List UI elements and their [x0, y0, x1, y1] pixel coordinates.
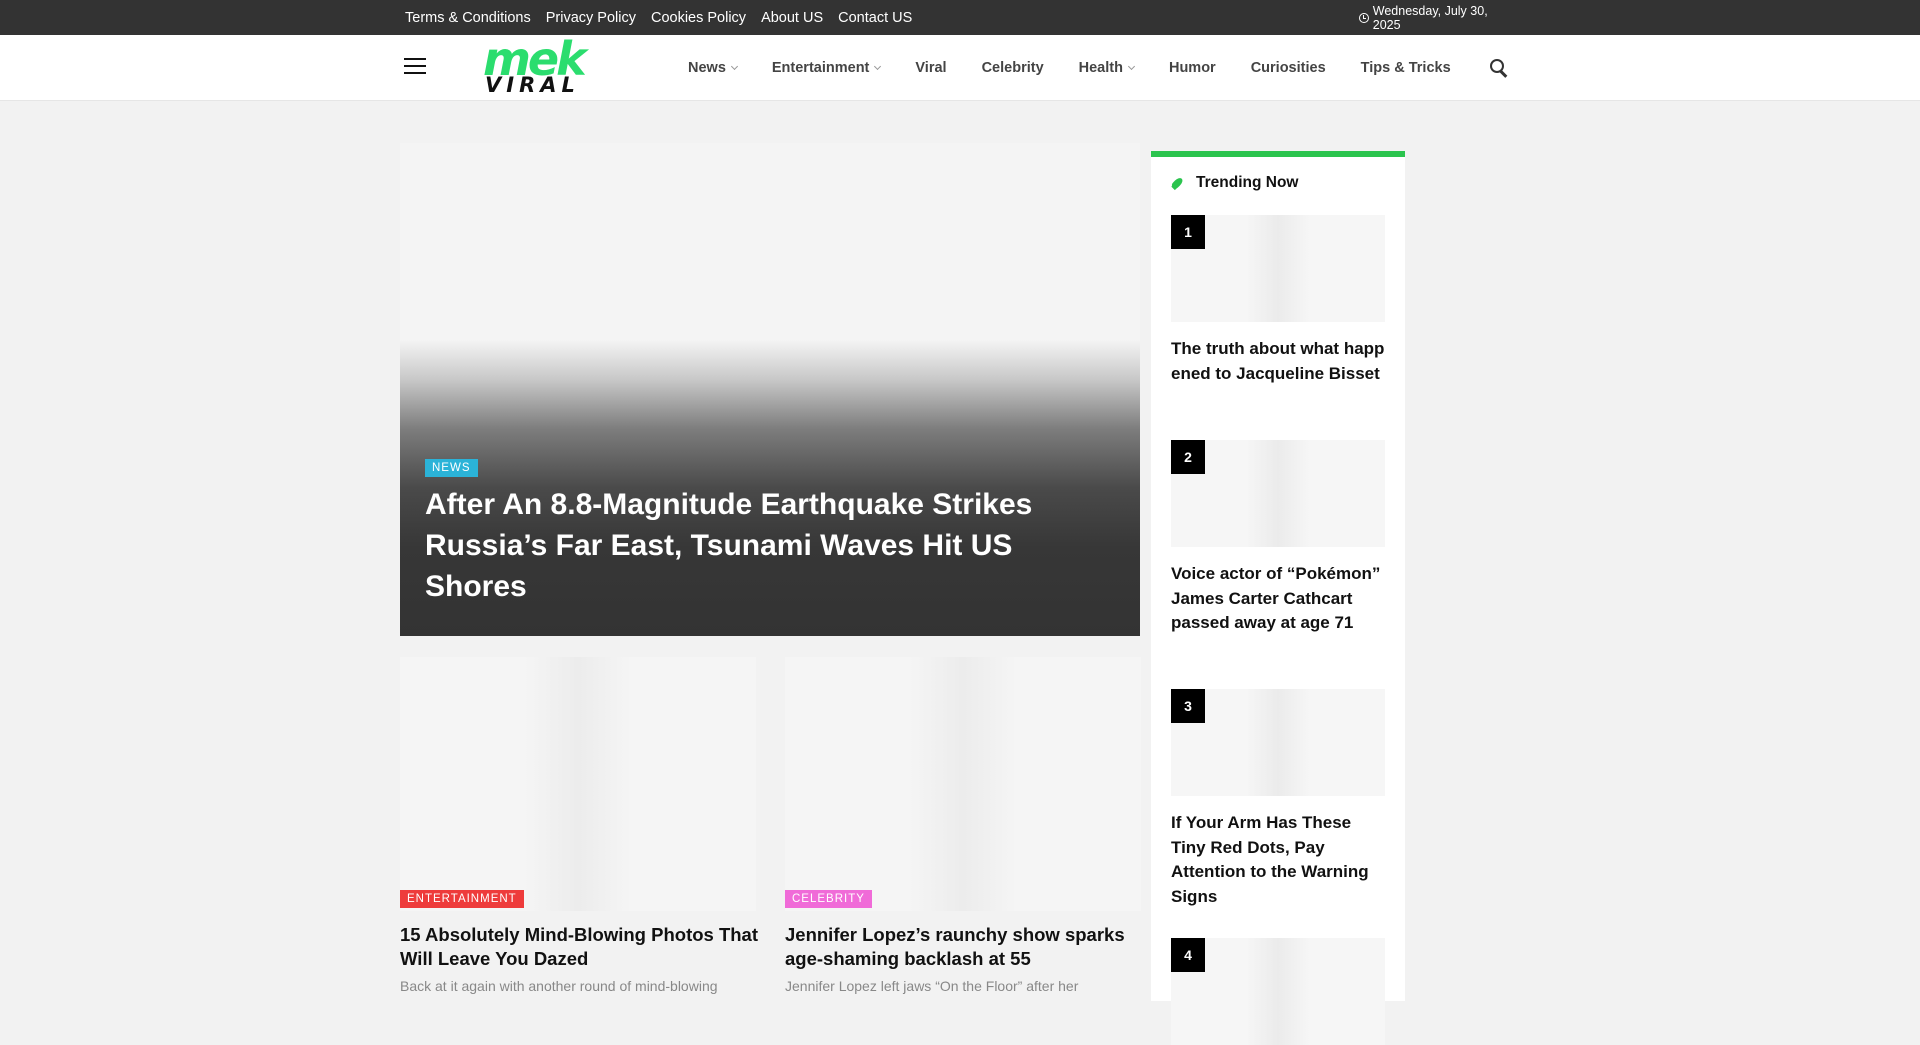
top-links: Terms & Conditions Privacy Policy Cookie… — [405, 0, 912, 35]
trending-header: Trending Now — [1171, 174, 1298, 192]
trending-item-title[interactable]: If Your Arm Has These Tiny Red Dots, Pay… — [1171, 811, 1385, 909]
chevron-down-icon — [1127, 62, 1136, 70]
trending-item-title[interactable]: The truth about what happened to Jacquel… — [1171, 337, 1385, 386]
clock-icon — [1359, 12, 1369, 23]
nav-entertainment[interactable]: Entertainment — [772, 60, 882, 76]
article-excerpt: Back at it again with another round of m… — [400, 978, 718, 994]
nav-curiosities[interactable]: Curiosities — [1251, 60, 1326, 76]
site-logo[interactable]: mek VIRAL — [483, 36, 601, 98]
trending-rank: 4 — [1171, 938, 1205, 972]
site-header: mek VIRAL News Entertainment Viral Celeb… — [0, 35, 1920, 101]
article-card[interactable]: ENTERTAINMENT 15 Absolutely Mind-Blowing… — [400, 657, 758, 994]
nav-viral[interactable]: Viral — [915, 60, 946, 76]
hero-title[interactable]: After An 8.8-Magnitude Earthquake Strike… — [425, 484, 1115, 607]
article-excerpt: Jennifer Lopez left jaws “On the Floor” … — [785, 978, 1079, 994]
article-title[interactable]: Jennifer Lopez’s raunchy show sparks age… — [785, 923, 1145, 971]
trending-sidebar: Trending Now 1 The truth about what happ… — [1151, 151, 1405, 1045]
trending-title: Trending Now — [1196, 174, 1299, 191]
nav-news[interactable]: News — [688, 60, 738, 76]
date-display: Wednesday, July 30, 2025 — [1359, 0, 1515, 35]
article-thumbnail[interactable] — [400, 657, 756, 911]
about-link[interactable]: About US — [761, 10, 823, 26]
nav-health[interactable]: Health — [1079, 60, 1136, 76]
hamburger-icon[interactable] — [404, 58, 426, 76]
search-icon[interactable] — [1490, 59, 1510, 79]
chevron-down-icon — [874, 62, 882, 70]
category-badge-entertainment[interactable]: ENTERTAINMENT — [400, 890, 524, 908]
category-badge-celebrity[interactable]: CELEBRITY — [785, 890, 872, 908]
trending-item[interactable]: 1 The truth about what happened to Jacqu… — [1171, 215, 1385, 383]
trending-item[interactable]: 4 — [1171, 938, 1385, 1045]
trending-item[interactable]: 3 If Your Arm Has These Tiny Red Dots, P… — [1171, 689, 1385, 906]
chevron-down-icon — [730, 62, 738, 70]
nav-humor[interactable]: Humor — [1169, 60, 1216, 76]
terms-link[interactable]: Terms & Conditions — [405, 10, 531, 26]
article-title[interactable]: 15 Absolutely Mind-Blowing Photos That W… — [400, 923, 760, 971]
cookies-link[interactable]: Cookies Policy — [651, 10, 746, 26]
privacy-link[interactable]: Privacy Policy — [546, 10, 636, 26]
trending-rank: 3 — [1171, 689, 1205, 723]
logo-viral: VIRAL — [485, 73, 580, 97]
article-card[interactable]: CELEBRITY Jennifer Lopez’s raunchy show … — [785, 657, 1141, 994]
hero-article[interactable]: NEWS After An 8.8-Magnitude Earthquake S… — [400, 143, 1140, 636]
trending-rank: 1 — [1171, 215, 1205, 249]
rocket-icon — [1171, 175, 1187, 191]
nav-tips-tricks[interactable]: Tips & Tricks — [1361, 60, 1451, 76]
trending-item[interactable]: 2 Voice actor of “Pokémon” James Carter … — [1171, 440, 1385, 632]
date-text: Wednesday, July 30, 2025 — [1372, 3, 1488, 32]
trending-item-title[interactable]: Voice actor of “Pokémon” James Carter Ca… — [1171, 562, 1385, 636]
contact-link[interactable]: Contact US — [838, 10, 912, 26]
article-thumbnail[interactable] — [785, 657, 1141, 911]
main-nav: News Entertainment Viral Celebrity Healt… — [688, 35, 1486, 101]
nav-celebrity[interactable]: Celebrity — [982, 60, 1044, 76]
trending-rank: 2 — [1171, 440, 1205, 474]
category-badge-news[interactable]: NEWS — [425, 459, 478, 477]
top-bar: Terms & Conditions Privacy Policy Cookie… — [0, 0, 1920, 35]
